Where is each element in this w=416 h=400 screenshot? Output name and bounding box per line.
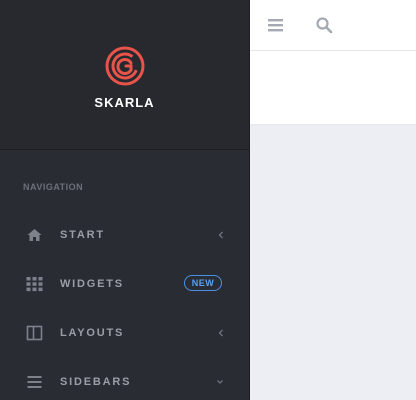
content-header-panel: [250, 51, 416, 124]
nav-item-sidebars[interactable]: SIDEBARS: [0, 367, 249, 397]
nav-item-layouts[interactable]: LAYOUTS: [0, 318, 249, 348]
nav-item-label: WIDGETS: [60, 278, 124, 290]
grid-icon: [26, 277, 43, 292]
brand-name: SKARLA: [94, 95, 155, 110]
chevron-left-icon: [218, 329, 223, 337]
new-badge: NEW: [184, 275, 222, 291]
search-icon[interactable]: [315, 16, 333, 34]
navigation-heading: NAVIGATION: [23, 182, 84, 192]
skarla-logo-icon[interactable]: [104, 45, 146, 87]
menu-icon[interactable]: [267, 16, 285, 34]
home-icon: [27, 229, 42, 241]
nav-item-start[interactable]: START: [0, 220, 249, 250]
layout-icon: [26, 325, 43, 341]
brand-header: SKARLA: [0, 0, 249, 150]
chevron-down-icon: [217, 380, 223, 384]
nav-item-widgets[interactable]: WIDGETS NEW: [0, 269, 249, 299]
nav-item-label: LAYOUTS: [60, 327, 125, 339]
chevron-left-icon: [218, 231, 223, 239]
nav-item-label: START: [60, 229, 105, 241]
sidebar: SKARLA NAVIGATION START WIDGETS NEW LAYO…: [0, 0, 250, 400]
top-bar: [250, 0, 416, 51]
list-icon: [27, 376, 42, 388]
nav-item-label: SIDEBARS: [60, 376, 132, 388]
